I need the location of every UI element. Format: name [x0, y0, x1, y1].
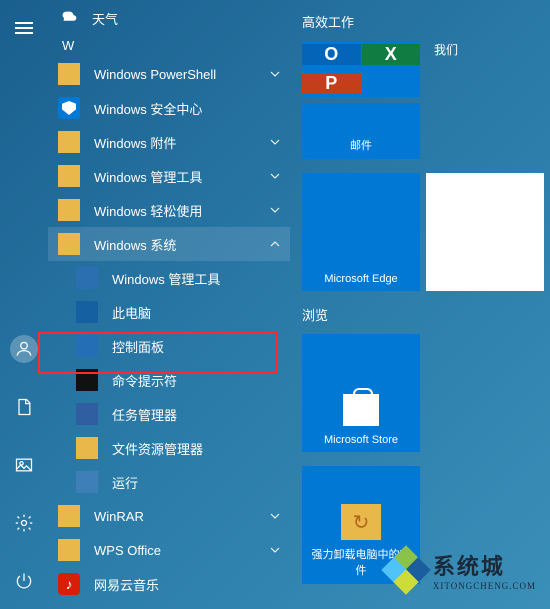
sub-explorer[interactable]: 文件资源管理器	[48, 431, 290, 465]
folder-icon	[58, 505, 80, 527]
tile-office[interactable]: O X P	[302, 41, 420, 97]
watermark-logo-icon	[385, 549, 427, 591]
sub-this-pc[interactable]: 此电脑	[48, 295, 290, 329]
start-leftbar	[0, 0, 48, 609]
group-label-browse[interactable]: 浏览	[302, 305, 544, 324]
folder-icon	[58, 63, 80, 85]
watermark-url: XITONGCHENG.COM	[433, 581, 536, 591]
app-label: WPS Office	[94, 543, 161, 558]
app-label: Windows 管理工具	[94, 167, 202, 186]
tiles-area: 高效工作 O X P 邮件 我们 Microsoft Edge	[290, 0, 550, 609]
tile-store[interactable]: Microsoft Store	[302, 334, 420, 452]
sub-label: 控制面板	[112, 337, 164, 356]
hamburger-button[interactable]	[4, 8, 44, 48]
tile-label: Microsoft Edge	[308, 273, 414, 285]
run-icon	[76, 471, 98, 493]
document-icon	[14, 397, 34, 417]
watermark-title: 系统城	[433, 554, 505, 579]
app-label: Windows 轻松使用	[94, 201, 202, 220]
netease-icon: ♪	[58, 573, 80, 595]
chevron-down-icon	[270, 137, 280, 147]
app-label: Windows PowerShell	[94, 67, 216, 82]
cmd-icon	[76, 369, 98, 391]
app-row-winrar[interactable]: WinRAR	[48, 499, 290, 533]
pictures-button[interactable]	[4, 445, 44, 485]
sub-label: 命令提示符	[112, 371, 177, 390]
sub-cmd[interactable]: 命令提示符	[48, 363, 290, 397]
sub-label: 此电脑	[112, 303, 151, 322]
edge-icon	[332, 197, 389, 254]
app-row-ease[interactable]: Windows 轻松使用	[48, 193, 290, 227]
avatar-icon	[10, 335, 38, 363]
gear-icon	[14, 513, 34, 533]
taskmgr-icon	[76, 403, 98, 425]
app-label: 网易云音乐	[94, 575, 159, 594]
power-button[interactable]	[4, 561, 44, 601]
sub-control-panel[interactable]: 控制面板	[48, 329, 290, 363]
app-row-system[interactable]: Windows 系统	[48, 227, 290, 261]
app-label: WinRAR	[94, 509, 144, 524]
sub-label: 运行	[112, 473, 138, 492]
uninstall-icon	[341, 504, 381, 540]
chevron-down-icon	[270, 511, 280, 521]
chevron-down-icon	[270, 205, 280, 215]
app-row-security[interactable]: Windows 安全中心	[48, 91, 290, 125]
tile-folders[interactable]	[426, 173, 544, 291]
app-label: 天气	[92, 9, 118, 28]
settings-button[interactable]	[4, 503, 44, 543]
chevron-up-icon	[270, 239, 280, 249]
weather-icon	[58, 7, 80, 29]
sub-taskmgr[interactable]: 任务管理器	[48, 397, 290, 431]
app-row-weather[interactable]: 天气	[48, 4, 290, 32]
folder-icon	[58, 199, 80, 221]
folder-icon	[58, 233, 80, 255]
tile-mail[interactable]: 邮件	[302, 103, 420, 159]
sub-admin-tools[interactable]: Windows 管理工具	[48, 261, 290, 295]
chevron-down-icon	[270, 171, 280, 181]
outlook-icon: O	[302, 44, 361, 65]
explorer-icon	[76, 437, 98, 459]
sub-run[interactable]: 运行	[48, 465, 290, 499]
powerpoint-icon: P	[302, 73, 361, 94]
pictures-icon	[14, 455, 34, 475]
app-row-admintools[interactable]: Windows 管理工具	[48, 159, 290, 193]
documents-button[interactable]	[4, 387, 44, 427]
sub-label: Windows 管理工具	[112, 269, 220, 288]
tile-label: 邮件	[308, 137, 414, 153]
app-label: Windows 系统	[94, 235, 176, 254]
tools-icon	[76, 267, 98, 289]
hamburger-icon	[15, 22, 33, 34]
tile-edge[interactable]: Microsoft Edge	[302, 173, 420, 291]
chevron-down-icon	[270, 545, 280, 555]
sub-label: 任务管理器	[112, 405, 177, 424]
app-row-wps[interactable]: WPS Office	[48, 533, 290, 567]
pc-icon	[76, 301, 98, 323]
app-row-accessories[interactable]: Windows 附件	[48, 125, 290, 159]
store-icon	[343, 394, 379, 426]
account-button[interactable]	[4, 329, 44, 369]
folder-icon	[58, 165, 80, 187]
watermark: 系统城 XITONGCHENG.COM	[385, 549, 536, 591]
section-letter[interactable]: W	[48, 32, 290, 57]
app-label: Windows 安全中心	[94, 99, 202, 118]
app-list: 天气 W Windows PowerShell Windows 安全中心 Win…	[48, 0, 290, 609]
sub-label: 文件资源管理器	[112, 439, 203, 458]
tile-label: Microsoft Store	[308, 434, 414, 446]
tile-we[interactable]: 我们	[426, 41, 466, 159]
shield-icon	[58, 97, 80, 119]
app-label: Windows 附件	[94, 133, 176, 152]
group-label-productivity[interactable]: 高效工作	[302, 12, 544, 31]
app-row-netease[interactable]: ♪ 网易云音乐	[48, 567, 290, 601]
excel-icon: X	[362, 44, 421, 65]
app-row-powershell[interactable]: Windows PowerShell	[48, 57, 290, 91]
chevron-down-icon	[270, 69, 280, 79]
power-icon	[14, 571, 34, 591]
control-panel-icon	[76, 335, 98, 357]
folder-icon	[58, 539, 80, 561]
folder-icon	[58, 131, 80, 153]
